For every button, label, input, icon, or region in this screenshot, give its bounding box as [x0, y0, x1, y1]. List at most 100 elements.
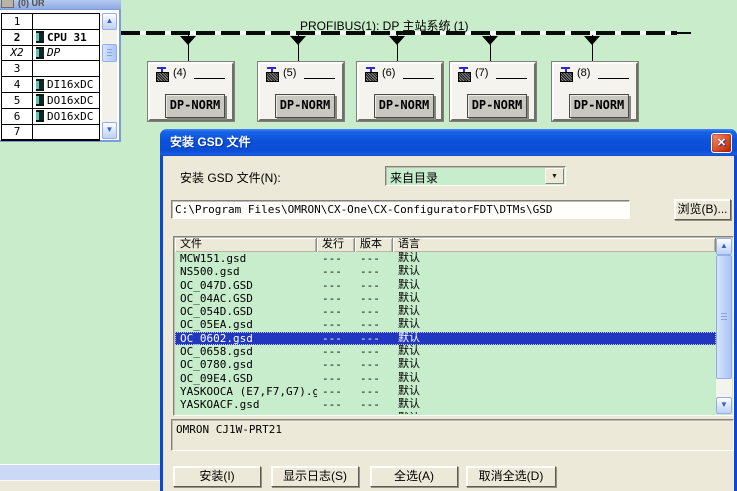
file-list-row[interactable]: YASKOOCA (E7,F7,G7).gsd --- --- 默认 [175, 385, 716, 398]
device-type-label: DP-NORM [374, 94, 434, 118]
gsd-path-field[interactable]: C:\Program Files\OMRON\CX-One\CX-Configu… [171, 200, 630, 219]
bus-tap-icon [389, 36, 405, 45]
file-release: --- [317, 332, 355, 345]
module-icon [36, 47, 44, 59]
source-dropdown-value: 来自目录 [390, 169, 438, 186]
file-language: 默认 [393, 318, 716, 331]
module-label: DI16xDC [47, 78, 93, 91]
file-list-row[interactable]: OC_054D.GSD --- --- 默认 [175, 305, 716, 318]
device-box[interactable]: (6) DP-NORM [357, 62, 443, 121]
file-list-row[interactable]: OC_047D.GSD --- --- 默认 [175, 279, 716, 292]
source-dropdown[interactable]: 来自目录 ▼ [385, 166, 566, 186]
file-name: OC_054D.GSD [175, 305, 317, 318]
file-list-row[interactable]: YASKOACF.gsd --- --- 默认 [175, 398, 716, 411]
scroll-up-icon[interactable]: ▲ [102, 13, 117, 30]
dp-slave-device[interactable]: (7) DP-NORM [450, 0, 532, 117]
device-type-label: DP-NORM [467, 94, 527, 118]
device-box[interactable]: (8) DP-NORM [552, 62, 638, 121]
column-header-file[interactable]: 文件 [175, 238, 317, 252]
device-box[interactable]: (5) DP-NORM [258, 62, 344, 121]
file-release: --- [317, 385, 355, 398]
file-list-scrollbar-thumb[interactable] [716, 255, 732, 379]
install-gsd-dialog: 安装 GSD 文件 ✕ 安装 GSD 文件(N): 来自目录 ▼ C:\Prog… [160, 129, 737, 491]
slave-station-icon [559, 67, 574, 80]
scroll-down-icon[interactable]: ▼ [716, 397, 732, 414]
device-box[interactable]: (7) DP-NORM [450, 62, 536, 121]
show-log-button[interactable]: 显示日志(S) [271, 466, 359, 487]
device-box[interactable]: (4) DP-NORM [148, 62, 234, 121]
rack-row[interactable]: 2 CPU 31 [2, 30, 99, 46]
module-icon [36, 94, 44, 106]
dp-slave-device[interactable]: (6) DP-NORM [357, 0, 439, 117]
file-list-scrollbar[interactable]: ▲ ▼ [716, 238, 732, 414]
dialog-title: 安装 GSD 文件 [170, 135, 251, 149]
select-all-button[interactable]: 全选(A) [370, 466, 458, 487]
device-address: (7) [475, 67, 488, 79]
rack-slot-number: 5 [2, 93, 33, 108]
file-release: --- [317, 358, 355, 371]
file-list-row[interactable]: YETM0711.gsd --- --- 默认 [175, 412, 716, 414]
file-list-row[interactable]: OC_05EA.gsd --- --- 默认 [175, 318, 716, 331]
rack-row[interactable]: 1 [2, 14, 99, 30]
dp-slave-device[interactable]: (8) DP-NORM [552, 0, 634, 117]
file-list-row[interactable]: NS500.gsd --- --- 默认 [175, 265, 716, 278]
file-name: OC_05EA.gsd [175, 318, 317, 331]
slave-station-icon [155, 67, 170, 80]
file-version: --- [355, 318, 393, 331]
rack-row[interactable]: X2 DP [2, 46, 99, 62]
file-release: --- [317, 345, 355, 358]
rack-scrollbar-thumb[interactable] [102, 44, 117, 62]
file-list-row[interactable]: OC_0658.gsd --- --- 默认 [175, 345, 716, 358]
column-header-release[interactable]: 发行 [317, 238, 355, 252]
browse-button[interactable]: 浏览(B)... [674, 199, 731, 220]
rack-scrollbar[interactable]: ▲ ▼ [102, 13, 117, 139]
dp-slave-device[interactable]: (5) DP-NORM [258, 0, 340, 117]
column-header-language[interactable]: 语言 [393, 238, 716, 252]
rack-slot-number: 7 [2, 125, 33, 140]
file-list-row[interactable]: MCW151.gsd --- --- 默认 [175, 252, 716, 265]
horizontal-scrollbar-strip[interactable] [0, 464, 160, 481]
file-list-row[interactable]: OC_09E4.GSD --- --- 默认 [175, 372, 716, 385]
dialog-body: 安装 GSD 文件(N): 来自目录 ▼ C:\Program Files\OM… [163, 156, 734, 491]
statusbar-strip [0, 480, 160, 491]
rack-row[interactable]: 3 [2, 61, 99, 77]
file-language: 默认 [393, 372, 716, 385]
file-release: --- [317, 265, 355, 278]
rack-slot-number: 4 [2, 77, 33, 92]
station-window-body: 1 2 CPU 31 X2 DP 3 4 DI16xDC [0, 9, 121, 142]
module-label: DO16xDC [47, 94, 93, 107]
file-version: --- [355, 265, 393, 278]
install-button[interactable]: 安装(I) [173, 466, 261, 487]
chevron-down-icon[interactable]: ▼ [545, 168, 564, 184]
file-release: --- [317, 318, 355, 331]
station-window-titlebar[interactable]: (0) UR [0, 0, 121, 9]
file-version: --- [355, 279, 393, 292]
close-icon[interactable]: ✕ [711, 133, 732, 153]
file-version: --- [355, 372, 393, 385]
file-list-row[interactable]: OC_0602.gsd --- --- 默认 [175, 332, 716, 345]
rack-table: 1 2 CPU 31 X2 DP 3 4 DI16xDC [1, 13, 100, 141]
device-underline [304, 78, 335, 79]
scroll-down-icon[interactable]: ▼ [102, 122, 117, 139]
device-address: (5) [283, 67, 296, 79]
bus-tap-icon [482, 36, 498, 45]
source-label: 安装 GSD 文件(N): [180, 169, 281, 186]
file-language: 默认 [393, 358, 716, 371]
module-label: DP [47, 46, 60, 59]
file-version: --- [355, 252, 393, 265]
file-language: 默认 [393, 305, 716, 318]
deselect-all-button[interactable]: 取消全选(D) [466, 466, 556, 487]
scroll-up-icon[interactable]: ▲ [716, 238, 732, 255]
rack-row[interactable]: 6 DO16xDC [2, 109, 99, 125]
file-list-row[interactable]: OC_04AC.GSD --- --- 默认 [175, 292, 716, 305]
file-list-row[interactable]: OC_0780.gsd --- --- 默认 [175, 358, 716, 371]
dp-slave-device[interactable]: (4) DP-NORM [148, 0, 230, 117]
dialog-titlebar[interactable]: 安装 GSD 文件 ✕ [160, 129, 737, 156]
rack-row[interactable]: 5 DO16xDC [2, 93, 99, 109]
rack-row[interactable]: 7 [2, 125, 99, 141]
rack-row[interactable]: 4 DI16xDC [2, 77, 99, 93]
file-list-header: 文件 发行 版本 语言 [175, 238, 716, 252]
scrollbar-grip [107, 49, 112, 56]
file-name: YETM0711.gsd [175, 412, 317, 414]
column-header-version[interactable]: 版本 [355, 238, 393, 252]
